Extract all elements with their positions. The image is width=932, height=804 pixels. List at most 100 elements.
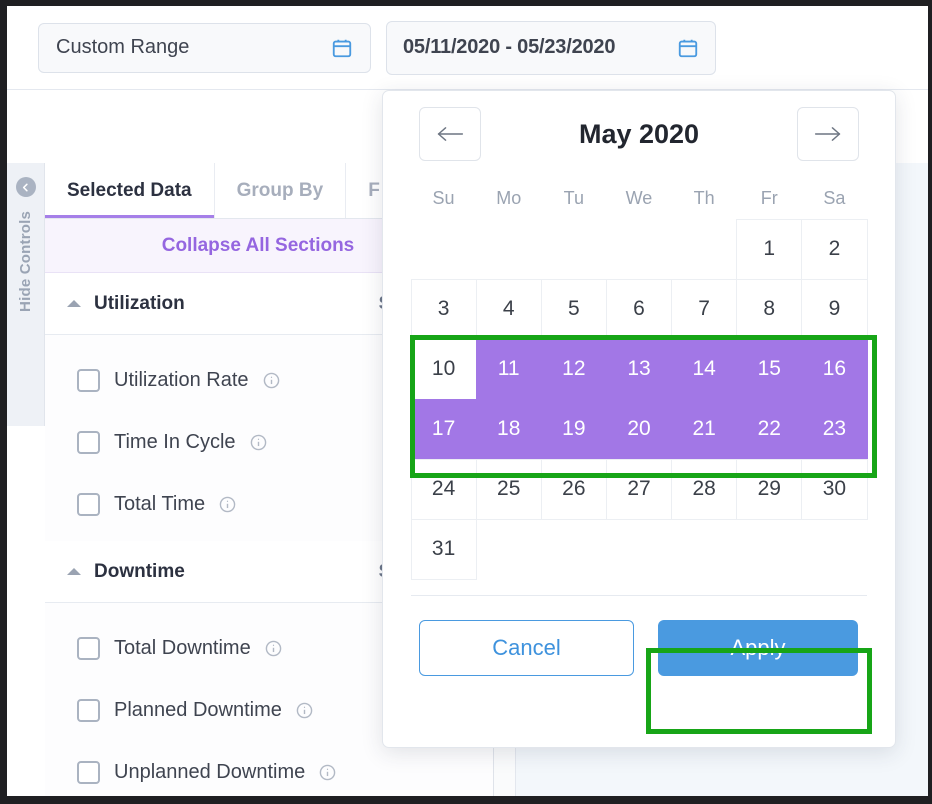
- weekday-label: Tu: [563, 187, 585, 208]
- tab-label: Selected Data: [67, 179, 192, 201]
- chevron-left-circle-icon[interactable]: [15, 177, 36, 197]
- calendar-day-16[interactable]: 16: [801, 338, 868, 400]
- calendar-day-10[interactable]: 10: [410, 338, 477, 400]
- range-mode-label: Custom Range: [56, 36, 190, 58]
- weekday-label: We: [625, 187, 653, 208]
- checkbox-total-time[interactable]: [77, 492, 100, 516]
- arrow-right-icon: [814, 127, 841, 141]
- hide-controls-rail[interactable]: Hide Controls: [7, 163, 45, 426]
- calendar-day-7[interactable]: 7: [671, 278, 738, 340]
- date-range-value: 05/11/2020 - 05/23/2020: [403, 36, 616, 58]
- weekday-label: Th: [693, 187, 715, 208]
- calendar-day-19[interactable]: 19: [540, 398, 607, 460]
- checkbox-unplanned-downtime[interactable]: [77, 760, 100, 784]
- calendar-day-26[interactable]: 26: [540, 458, 607, 520]
- section-title: Utilization: [94, 292, 185, 314]
- calendar-day-5[interactable]: 5: [540, 278, 607, 340]
- calendar-day-1[interactable]: 1: [736, 218, 803, 280]
- section-title: Downtime: [94, 560, 185, 582]
- apply-label: Apply: [730, 635, 786, 660]
- tab-group-by[interactable]: Group By: [215, 163, 347, 218]
- checkbox-utilization-rate[interactable]: [77, 368, 100, 392]
- calendar-day-11[interactable]: 11: [475, 338, 542, 400]
- info-icon[interactable]: [296, 702, 313, 719]
- calendar-day-6[interactable]: 6: [605, 278, 673, 340]
- calendar-day-18[interactable]: 18: [475, 398, 542, 460]
- calendar-day-29[interactable]: 29: [736, 458, 803, 520]
- list-item[interactable]: Unplanned Downtime: [45, 741, 493, 803]
- tab-label: Group By: [236, 179, 324, 201]
- item-label: Utilization Rate: [114, 368, 249, 391]
- info-icon[interactable]: [250, 434, 267, 451]
- calendar-day-grid: 1 2 3 4 5 6 7 8 9 10 11 12 13 14 15 16 17 18 19 20 21 22 23 24 2…: [383, 218, 895, 580]
- next-month-button[interactable]: [797, 107, 859, 161]
- calendar-header: May 2020: [383, 91, 895, 177]
- calendar-day-28[interactable]: 28: [671, 458, 738, 520]
- calendar-day-30[interactable]: 30: [801, 458, 868, 520]
- checkbox-total-downtime[interactable]: [77, 636, 100, 660]
- info-icon[interactable]: [263, 372, 280, 389]
- tab-label: F: [368, 179, 380, 201]
- date-range-input[interactable]: 05/11/2020 - 05/23/2020: [386, 20, 716, 75]
- item-label: Unplanned Downtime: [114, 760, 306, 783]
- calendar-day-empty: [411, 219, 477, 280]
- calendar-weekday-header: Su Mo Tu We Th Fr Sa: [383, 177, 895, 219]
- window-frame-left: [0, 0, 7, 804]
- info-icon[interactable]: [219, 496, 236, 513]
- item-label: Time In Cycle: [114, 430, 236, 453]
- calendar-day-17[interactable]: 17: [410, 398, 477, 460]
- calendar-day-25[interactable]: 25: [475, 458, 542, 520]
- calendar-day-13[interactable]: 13: [605, 338, 673, 400]
- calendar-day-20[interactable]: 20: [605, 398, 673, 460]
- window-frame-top: [0, 0, 932, 6]
- calendar-day-empty: [606, 219, 672, 280]
- date-toolbar: Custom Range 05/11/2020 - 05/23/2020: [7, 6, 928, 90]
- calendar-footer: Cancel Apply: [383, 596, 895, 676]
- calendar-day-23[interactable]: 23: [801, 398, 868, 460]
- checkbox-planned-downtime[interactable]: [77, 698, 100, 722]
- weekday-label: Fr: [760, 187, 778, 208]
- calendar-day-empty: [541, 219, 607, 280]
- calendar-month-title: May 2020: [578, 118, 700, 149]
- calendar-day-empty: [476, 219, 542, 280]
- calendar-day-31[interactable]: 31: [410, 518, 477, 580]
- calendar-day-4[interactable]: 4: [475, 278, 542, 340]
- weekday-label: Su: [432, 187, 455, 208]
- calendar-day-3[interactable]: 3: [410, 278, 477, 340]
- calendar-day-22[interactable]: 22: [736, 398, 803, 460]
- calendar-day-21[interactable]: 21: [671, 398, 738, 460]
- app-root: Custom Range 05/11/2020 - 05/23/2020 Hid…: [0, 0, 932, 804]
- weekday-label: Sa: [823, 187, 846, 208]
- info-icon[interactable]: [319, 764, 336, 781]
- calendar-day-8[interactable]: 8: [736, 278, 803, 340]
- collapse-all-label: Collapse All Sections: [161, 234, 355, 256]
- checkbox-time-in-cycle[interactable]: [77, 430, 100, 454]
- calendar-day-24[interactable]: 24: [410, 458, 477, 520]
- calendar-day-14[interactable]: 14: [671, 338, 738, 400]
- caret-up-icon: [67, 568, 81, 575]
- item-label: Planned Downtime: [114, 698, 282, 721]
- window-frame-bottom: [0, 796, 932, 804]
- hide-controls-label: Hide Controls: [17, 211, 34, 312]
- item-label: Total Downtime: [114, 636, 251, 659]
- item-label: Total Time: [114, 492, 206, 515]
- cancel-label: Cancel: [492, 635, 561, 660]
- range-mode-select[interactable]: Custom Range: [38, 22, 371, 73]
- calendar-day-2[interactable]: 2: [801, 218, 868, 280]
- weekday-label: Mo: [496, 187, 522, 208]
- calendar-day-27[interactable]: 27: [605, 458, 673, 520]
- calendar-day-15[interactable]: 15: [736, 338, 803, 400]
- apply-button[interactable]: Apply: [658, 620, 858, 676]
- calendar-day-12[interactable]: 12: [540, 338, 607, 400]
- calendar-icon: [678, 39, 698, 57]
- caret-up-icon: [67, 300, 81, 307]
- calendar-day-9[interactable]: 9: [801, 278, 868, 340]
- date-picker-popup: May 2020 Su Mo Tu We Th Fr Sa 1 2 3 4 5 6 7 8 9 10 11 12 1…: [382, 90, 896, 748]
- arrow-left-icon: [437, 127, 464, 141]
- info-icon[interactable]: [265, 640, 282, 657]
- prev-month-button[interactable]: [419, 107, 481, 161]
- calendar-day-empty: [671, 219, 737, 280]
- cancel-button[interactable]: Cancel: [419, 620, 634, 676]
- tab-selected-data[interactable]: Selected Data: [45, 163, 215, 218]
- calendar-icon: [332, 39, 352, 57]
